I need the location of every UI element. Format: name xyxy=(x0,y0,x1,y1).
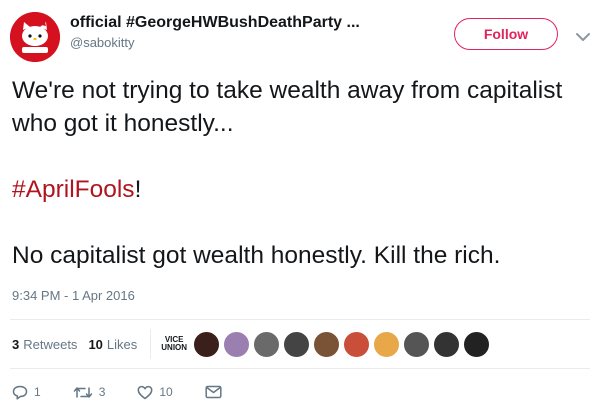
hello-kitty-icon xyxy=(10,12,60,62)
retweets-count: 3 xyxy=(12,336,20,352)
heart-icon xyxy=(137,385,153,399)
stats-separator xyxy=(150,329,152,359)
chevron-down-icon[interactable] xyxy=(576,32,590,42)
tweet-stats: 3 Retweets 10 Likes VICE UNION xyxy=(12,326,493,362)
retweet-count: 3 xyxy=(98,385,106,399)
likes-label: Likes xyxy=(106,336,138,352)
likes-count: 10 xyxy=(88,336,103,352)
tweet-text: We're not trying to take wealth away fro… xyxy=(12,74,592,272)
liker-avatar[interactable] xyxy=(313,330,341,358)
vice-union-logo[interactable]: VICE UNION xyxy=(161,336,187,352)
author-names: official #GeorgeHWBushDeathParty ... @sa… xyxy=(70,14,360,50)
reply-icon xyxy=(12,385,28,400)
retweet-button[interactable]: 3 xyxy=(73,385,106,400)
screen-name[interactable]: @sabokitty xyxy=(70,35,360,50)
retweets-label: Retweets xyxy=(23,336,78,352)
reply-button[interactable]: 1 xyxy=(12,385,41,400)
tweet-card: official #GeorgeHWBushDeathParty ... @sa… xyxy=(0,0,600,406)
divider xyxy=(10,319,590,320)
liker-avatar[interactable] xyxy=(283,330,311,358)
retweets-stat[interactable]: 3 Retweets xyxy=(12,337,77,352)
liker-avatar[interactable] xyxy=(253,330,281,358)
tweet-line-hashtag: #AprilFools! xyxy=(12,173,592,206)
tweet-actions: 1 3 10 xyxy=(12,382,260,402)
liker-avatars xyxy=(193,330,493,358)
liker-avatar[interactable] xyxy=(223,330,251,358)
tweet-timestamp[interactable]: 9:34 PM - 1 Apr 2016 xyxy=(12,288,135,303)
liker-avatar[interactable] xyxy=(373,330,401,358)
like-button[interactable]: 10 xyxy=(137,385,173,400)
tweet-header: official #GeorgeHWBushDeathParty ... @sa… xyxy=(10,10,590,62)
likes-stat[interactable]: 10 Likes xyxy=(88,337,137,352)
reply-count: 1 xyxy=(34,385,41,399)
like-count: 10 xyxy=(159,385,173,399)
tweet-line-3: No capitalist got wealth honestly. Kill … xyxy=(12,242,501,269)
display-name[interactable]: official #GeorgeHWBushDeathParty ... xyxy=(70,14,360,32)
envelope-icon xyxy=(205,385,222,399)
divider xyxy=(10,368,590,369)
hashtag-suffix: ! xyxy=(134,176,142,203)
hashtag-link[interactable]: #AprilFools xyxy=(12,176,135,203)
tweet-line-1: We're not trying to take wealth away fro… xyxy=(12,77,563,137)
liker-avatar[interactable] xyxy=(343,330,371,358)
profile-avatar[interactable] xyxy=(10,12,60,62)
liker-avatar[interactable] xyxy=(463,330,491,358)
direct-message-button[interactable] xyxy=(205,385,228,399)
liker-avatar[interactable] xyxy=(403,330,431,358)
liker-avatar[interactable] xyxy=(193,330,221,358)
retweet-icon xyxy=(73,386,92,398)
follow-button[interactable]: Follow xyxy=(454,18,558,50)
liker-avatar[interactable] xyxy=(433,330,461,358)
